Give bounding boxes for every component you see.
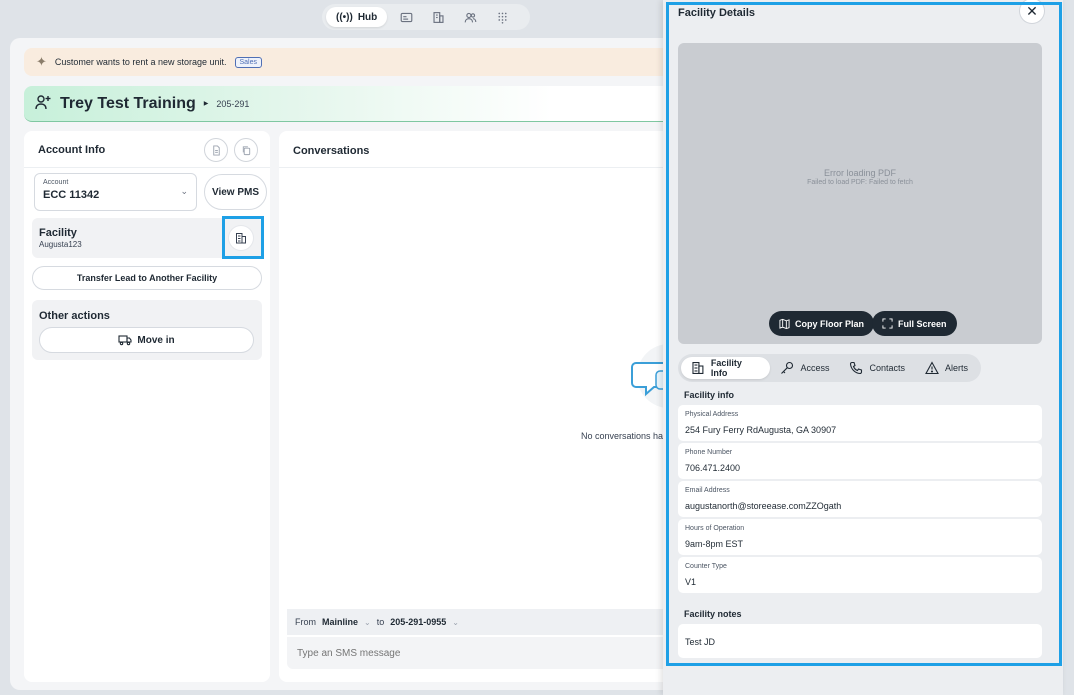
info-label: Counter Type	[685, 563, 727, 570]
facility-info-heading: Facility info	[684, 390, 735, 400]
conversations-panel: Conversations No conversations hav From …	[279, 131, 701, 682]
tab-label: Alerts	[944, 363, 968, 373]
sparkle-icon: ✦	[36, 54, 47, 69]
document-icon[interactable]	[204, 138, 228, 162]
nav-id-card-icon[interactable]	[393, 7, 419, 27]
floor-plan-viewer: Error loading PDF Failed to load PDF: Fa…	[678, 43, 1042, 344]
facility-notes-value: Test JD	[685, 637, 716, 647]
nav-building-icon[interactable]	[425, 7, 451, 27]
tab-facility-info[interactable]: Facility Info	[681, 357, 771, 379]
tab-alerts[interactable]: Alerts	[915, 357, 978, 379]
drawer-title: Facility Details	[678, 7, 756, 19]
info-card-counter-type: Counter Type V1	[678, 557, 1042, 593]
info-label: Physical Address	[685, 411, 739, 418]
account-select[interactable]: Account ECC 11342 ⌄	[34, 173, 197, 211]
pdf-error-title: Error loading PDF	[823, 168, 897, 178]
view-pms-button[interactable]: View PMS	[204, 174, 267, 210]
info-value: 9am-8pm EST	[685, 539, 744, 549]
from-label: From	[295, 617, 316, 627]
info-value: augustanorth@storeease.comZZOgath	[685, 501, 842, 511]
close-icon[interactable]: ✕	[1020, 0, 1044, 23]
map-icon	[779, 318, 790, 329]
other-actions-title: Other actions	[39, 310, 110, 322]
building-icon	[692, 362, 704, 374]
tab-access[interactable]: Access	[770, 357, 839, 379]
other-actions-box: Other actions Move in	[32, 300, 262, 360]
facility-title: Facility	[39, 227, 77, 239]
from-select[interactable]: Mainline	[322, 617, 358, 627]
divider	[279, 167, 699, 168]
divider	[24, 167, 270, 168]
contact-bar: Trey Test Training ▶ 205-291	[24, 86, 684, 122]
chevron-down-icon: ⌄	[180, 186, 188, 196]
move-in-button[interactable]: Move in	[39, 327, 254, 353]
to-select[interactable]: 205-291-0955	[390, 617, 446, 627]
sms-input[interactable]	[287, 637, 699, 669]
nav-hub-tab[interactable]: ((•)) Hub	[326, 7, 388, 27]
copy-floor-plan-label: Copy Floor Plan	[795, 318, 865, 329]
info-card-phone-number: Phone Number 706.471.2400	[678, 443, 1042, 479]
nav-users-icon[interactable]	[457, 7, 483, 27]
to-label: to	[376, 617, 385, 627]
banner-tag: Sales	[234, 56, 263, 68]
contact-number: 205-291	[216, 98, 250, 109]
facility-tabs: Facility Info Access Contacts Alerts	[678, 354, 981, 382]
from-to-bar: From Mainline ⌄ to 205-291-0955 ⌄	[287, 609, 699, 635]
info-value: 254 Fury Ferry RdAugusta, GA 30907	[685, 425, 837, 435]
info-card-email-address: Email Address augustanorth@storeease.com…	[678, 481, 1042, 517]
pdf-error-detail: Failed to load PDF: Failed to fetch	[807, 179, 913, 186]
copy-floor-plan-button[interactable]: Copy Floor Plan	[769, 311, 875, 336]
nav-grid-icon[interactable]	[489, 7, 515, 27]
expand-icon	[882, 318, 893, 329]
account-info-title: Account Info	[38, 144, 106, 156]
info-card-hours: Hours of Operation 9am-8pm EST	[678, 519, 1042, 555]
top-nav: ((•)) Hub	[322, 4, 530, 30]
account-info-panel: Account Info Account ECC 11342 ⌄ View PM…	[24, 131, 270, 682]
conversations-title: Conversations	[293, 145, 370, 157]
truck-icon	[118, 335, 132, 346]
account-select-value: ECC 11342	[43, 189, 100, 201]
facility-name: Augusta123	[39, 240, 82, 249]
play-arrow-icon: ▶	[203, 101, 209, 107]
contact-name: Trey Test Training	[60, 94, 196, 112]
facility-details-button[interactable]	[229, 226, 253, 250]
full-screen-label: Full Screen	[898, 318, 947, 329]
account-select-label: Account	[43, 179, 69, 186]
nav-hub-label: Hub	[357, 11, 378, 23]
transfer-lead-button[interactable]: Transfer Lead to Another Facility	[32, 266, 262, 290]
info-value: V1	[685, 577, 697, 587]
person-add-icon	[34, 93, 52, 114]
facility-details-drawer: Facility Details ✕ Error loading PDF Fai…	[663, 0, 1063, 695]
chevron-down-icon: ⌄	[452, 617, 459, 627]
info-label: Hours of Operation	[685, 525, 745, 532]
copy-icon[interactable]	[234, 138, 258, 162]
broadcast-icon: ((•))	[336, 11, 353, 23]
info-value: 706.471.2400	[685, 463, 741, 473]
info-card-physical-address: Physical Address 254 Fury Ferry RdAugust…	[678, 405, 1042, 441]
key-icon	[781, 361, 794, 374]
move-in-label: Move in	[137, 334, 175, 346]
info-label: Phone Number	[685, 449, 733, 456]
tab-label: Facility Info	[710, 358, 742, 378]
intent-banner: ✦ Customer wants to rent a new storage u…	[24, 48, 684, 76]
warning-icon	[925, 361, 939, 375]
chevron-down-icon: ⌄	[364, 617, 371, 627]
tab-label: Access	[800, 363, 830, 373]
banner-text: Customer wants to rent a new storage uni…	[54, 57, 227, 67]
info-label: Email Address	[685, 487, 730, 494]
facility-notes-card: Test JD	[678, 624, 1042, 658]
facility-notes-heading: Facility notes	[684, 609, 742, 619]
tab-contacts[interactable]: Contacts	[839, 357, 915, 379]
phone-icon	[850, 361, 863, 375]
full-screen-button[interactable]: Full Screen	[872, 311, 957, 336]
tab-label: Contacts	[869, 363, 905, 373]
building-icon	[236, 233, 246, 244]
no-conversations-text: No conversations hav	[581, 431, 668, 441]
